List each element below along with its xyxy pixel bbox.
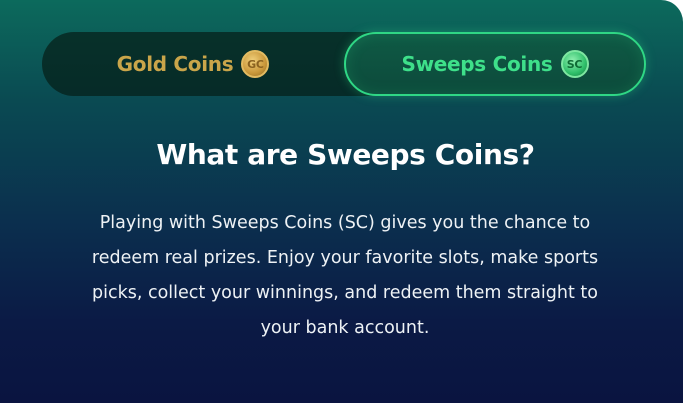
page-edge — [683, 0, 691, 403]
tab-sweeps-coins-label: Sweeps Coins — [401, 52, 553, 76]
section-heading: What are Sweeps Coins? — [156, 138, 535, 171]
sweeps-coin-icon: SC — [560, 50, 589, 78]
sweeps-info-card: Gold Coins GC Sweeps Coins SC What are S… — [0, 0, 683, 403]
currency-toggle: Gold Coins GC Sweeps Coins SC — [42, 32, 646, 96]
tab-gold-coins[interactable]: Gold Coins GC — [42, 32, 344, 96]
gold-coin-badge: GC — [247, 57, 264, 71]
tab-gold-coins-label: Gold Coins — [116, 52, 234, 76]
section-description: Playing with Sweeps Coins (SC) gives you… — [91, 213, 599, 338]
tab-sweeps-coins[interactable]: Sweeps Coins SC — [344, 32, 646, 96]
gold-coin-icon: GC — [241, 50, 270, 78]
sweeps-coin-badge: SC — [566, 57, 583, 71]
